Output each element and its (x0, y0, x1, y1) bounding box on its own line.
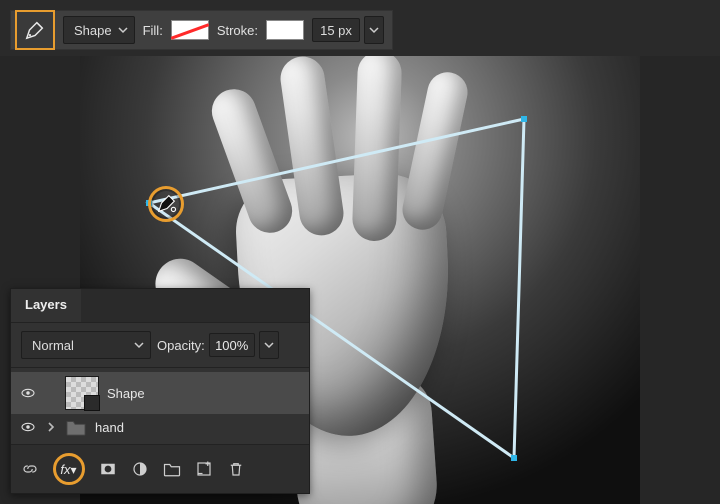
options-bar: Shape Fill: Stroke: 15 px (10, 10, 393, 50)
hand-illustration (399, 69, 471, 234)
visibility-toggle[interactable] (19, 418, 37, 436)
fill-swatch-none[interactable] (171, 20, 209, 40)
layer-name[interactable]: hand (95, 420, 124, 435)
layers-panel: Layers Normal Opacity: 100% Shape (10, 288, 310, 494)
pen-tool-icon (24, 19, 46, 41)
fx-icon: fx▾ (60, 462, 77, 477)
disclosure-toggle[interactable] (45, 422, 57, 432)
blend-mode-select[interactable]: Normal (21, 331, 151, 359)
eye-icon (20, 419, 36, 435)
chevron-down-icon (118, 25, 128, 35)
link-layers-button[interactable] (21, 460, 39, 478)
chevron-down-icon (369, 25, 379, 35)
layer-thumbnail[interactable] (65, 376, 99, 410)
delete-layer-button[interactable] (227, 460, 245, 478)
anchor-point[interactable] (511, 455, 517, 461)
layer-mask-button[interactable] (99, 460, 117, 478)
opacity-label: Opacity: (157, 338, 205, 353)
mask-icon (99, 460, 117, 478)
new-layer-button[interactable] (195, 460, 213, 478)
layers-tab-label: Layers (25, 297, 67, 312)
layers-controls-row: Normal Opacity: 100% (11, 322, 309, 368)
panel-tabs: Layers (11, 289, 309, 322)
new-group-button[interactable] (163, 460, 181, 478)
visibility-toggle[interactable] (19, 384, 37, 402)
stroke-width-dropdown[interactable] (364, 16, 384, 44)
opacity-value[interactable]: 100% (209, 333, 255, 357)
layer-row-shape[interactable]: Shape (11, 372, 309, 414)
layers-tab[interactable]: Layers (11, 289, 81, 322)
chevron-down-icon (134, 340, 144, 350)
chevron-right-icon (46, 422, 56, 432)
eye-icon (20, 385, 36, 401)
pen-tool-button[interactable] (15, 10, 55, 50)
trash-icon (227, 460, 245, 478)
adjustment-layer-button[interactable] (131, 460, 149, 478)
stroke-width-control[interactable]: 15 px (312, 16, 384, 44)
pen-cursor-icon (156, 192, 178, 214)
stroke-swatch-white[interactable] (266, 20, 304, 40)
layers-panel-footer: fx▾ (11, 444, 309, 493)
stroke-label: Stroke: (217, 23, 258, 38)
blend-mode-label: Normal (32, 338, 74, 353)
folder-icon (163, 461, 181, 477)
link-icon (21, 460, 39, 478)
adjustment-icon (131, 460, 149, 478)
new-layer-icon (195, 460, 213, 478)
stroke-width-value: 15 px (312, 18, 360, 42)
tool-mode-select[interactable]: Shape (63, 16, 135, 44)
folder-icon (65, 418, 87, 436)
layer-style-button[interactable]: fx▾ (53, 453, 85, 485)
chevron-down-icon (264, 340, 274, 350)
tool-mode-label: Shape (74, 23, 112, 38)
hand-illustration (352, 56, 403, 242)
anchor-point[interactable] (521, 116, 527, 122)
layer-list: Shape hand (11, 368, 309, 444)
opacity-dropdown[interactable] (259, 331, 279, 359)
layer-row-hand[interactable]: hand (11, 414, 309, 440)
layer-name[interactable]: Shape (107, 386, 145, 401)
fill-label: Fill: (143, 23, 163, 38)
